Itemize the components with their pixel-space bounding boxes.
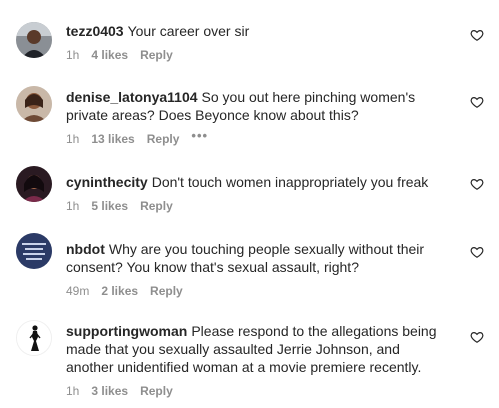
comment-text: tezz0403 Your career over sir: [66, 22, 450, 40]
reply-button[interactable]: Reply: [140, 199, 173, 213]
comment-text: supportingwoman Please respond to the all…: [66, 322, 450, 376]
comment-likes[interactable]: 13 likes: [91, 132, 134, 146]
avatar-woman-icon: [16, 166, 52, 202]
avatar-woman-icon: [16, 86, 52, 122]
comment-meta: 49m 2 likes Reply: [66, 284, 450, 298]
comment-meta: 1h 3 likes Reply: [66, 384, 450, 398]
comment-text: nbdot Why are you touching people sexuall…: [66, 240, 450, 276]
comment-likes[interactable]: 3 likes: [91, 384, 128, 398]
reply-button[interactable]: Reply: [147, 132, 180, 146]
comment-text: cyninthecity Don't touch women inappropri…: [66, 173, 450, 191]
avatar[interactable]: [16, 233, 52, 269]
comment-meta: 1h 13 likes Reply •••: [66, 129, 450, 147]
heart-outline-icon[interactable]: [470, 245, 484, 259]
heart-outline-icon[interactable]: [470, 177, 484, 191]
avatar-graphic-icon: [16, 233, 52, 269]
avatar-man-icon: [16, 22, 52, 58]
heart-outline-icon[interactable]: [470, 95, 484, 109]
heart-outline-icon[interactable]: [470, 28, 484, 42]
comment-username[interactable]: nbdot: [66, 241, 105, 257]
reply-button[interactable]: Reply: [140, 384, 173, 398]
comment-likes[interactable]: 5 likes: [91, 199, 128, 213]
comment-list: tezz0403 Your career over sir 1h 4 likes …: [0, 0, 499, 408]
more-options-icon[interactable]: •••: [191, 129, 208, 143]
comment-username[interactable]: cyninthecity: [66, 174, 148, 190]
comment-meta: 1h 4 likes Reply: [66, 48, 450, 62]
comment-time[interactable]: 1h: [66, 48, 79, 62]
avatar[interactable]: [16, 22, 52, 58]
comment-likes[interactable]: 4 likes: [91, 48, 128, 62]
comment-body: Your career over sir: [127, 23, 250, 39]
avatar-silhouette-icon: [17, 321, 51, 355]
comment-time[interactable]: 1h: [66, 132, 79, 146]
reply-button[interactable]: Reply: [150, 284, 183, 298]
reply-button[interactable]: Reply: [140, 48, 173, 62]
comment-meta: 1h 5 likes Reply: [66, 199, 450, 213]
avatar[interactable]: [16, 86, 52, 122]
comment-time[interactable]: 1h: [66, 199, 79, 213]
comment-username[interactable]: tezz0403: [66, 23, 124, 39]
comment-likes[interactable]: 2 likes: [101, 284, 138, 298]
comment-time[interactable]: 49m: [66, 284, 89, 298]
avatar[interactable]: [16, 320, 52, 356]
comment-username[interactable]: supportingwoman: [66, 323, 187, 339]
comment-time[interactable]: 1h: [66, 384, 79, 398]
comment-text: denise_latonya1104 So you out here pinchi…: [66, 88, 450, 124]
avatar[interactable]: [16, 166, 52, 202]
comment-username[interactable]: denise_latonya1104: [66, 89, 198, 105]
heart-outline-icon[interactable]: [470, 330, 484, 344]
comment-body: Don't touch women inappropriately you fr…: [151, 174, 429, 190]
comment-body: Why are you touching people sexually wit…: [66, 241, 425, 275]
